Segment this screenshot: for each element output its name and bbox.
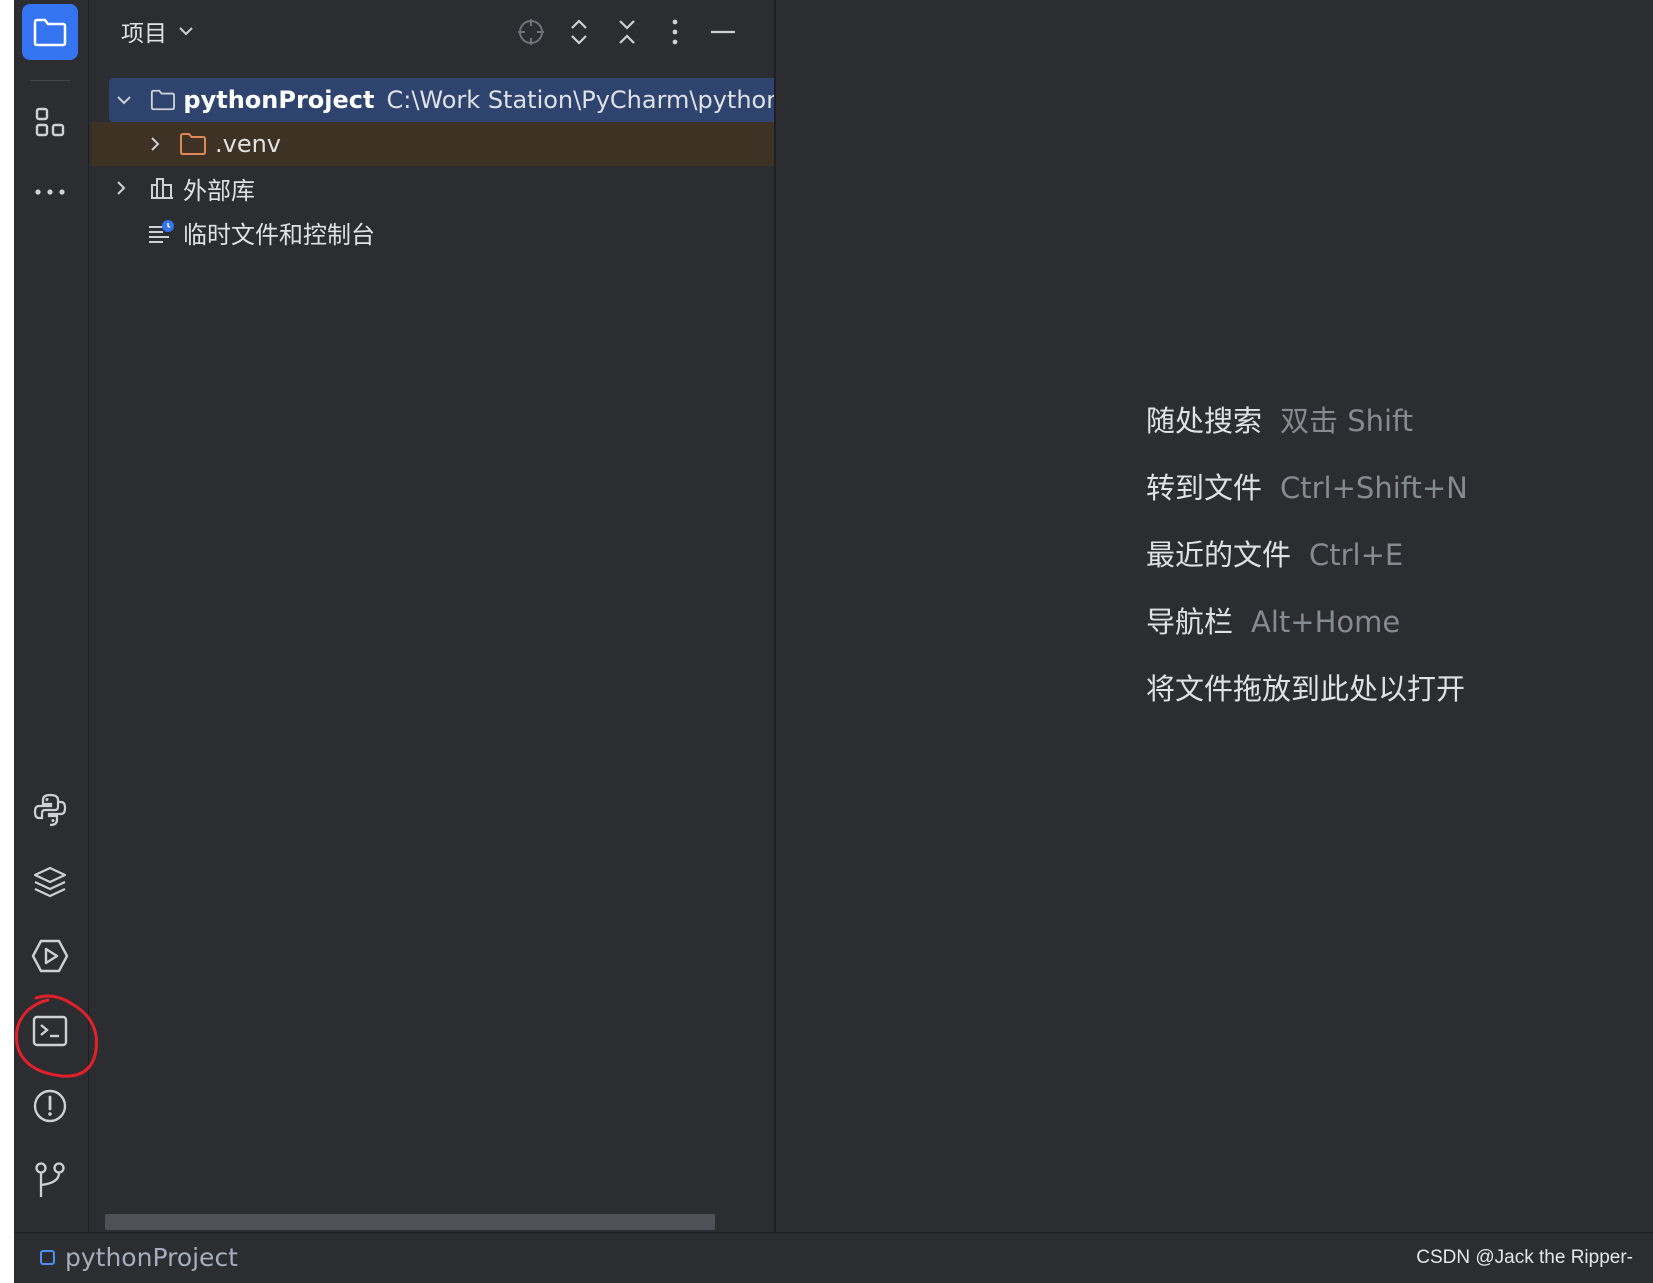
watermark: CSDN @Jack the Ripper- bbox=[1416, 1247, 1633, 1268]
problems-button[interactable] bbox=[22, 1078, 78, 1134]
services-button[interactable] bbox=[22, 928, 78, 984]
more-vertical-icon bbox=[672, 19, 678, 45]
tree-row-external-libs[interactable]: 外部库 bbox=[91, 166, 774, 210]
project-name: pythonProject bbox=[183, 86, 375, 114]
terminal-icon bbox=[32, 1015, 68, 1047]
panel-title-dropdown[interactable]: 项目 bbox=[121, 14, 195, 48]
git-button[interactable] bbox=[22, 1152, 78, 1208]
warning-circle-icon bbox=[33, 1089, 67, 1123]
tree-row-venv[interactable]: .venv bbox=[91, 122, 774, 166]
hint-navigation-bar: 导航栏 Alt+Home bbox=[1146, 605, 1401, 639]
folder-icon bbox=[150, 89, 175, 111]
module-icon bbox=[40, 1250, 55, 1265]
terminal-button[interactable] bbox=[22, 1003, 78, 1059]
run-hexagon-icon bbox=[31, 939, 69, 973]
strip-separator bbox=[30, 80, 70, 81]
tree-row-scratches[interactable]: 临时文件和控制台 bbox=[91, 210, 774, 254]
locate-button[interactable] bbox=[513, 14, 549, 50]
chevron-right-icon[interactable] bbox=[111, 178, 131, 198]
venv-label: .venv bbox=[215, 130, 282, 158]
scratches-icon bbox=[149, 220, 174, 243]
layers-icon bbox=[33, 866, 67, 898]
python-icon bbox=[33, 793, 67, 827]
ide-window: 项目 pythonProject C:\Work Station\PyCharm… bbox=[14, 0, 1653, 1283]
panel-title: 项目 bbox=[121, 21, 167, 47]
hint-drop-files: 将文件拖放到此处以打开 bbox=[1146, 672, 1466, 706]
git-branch-icon bbox=[35, 1162, 65, 1197]
folder-icon bbox=[180, 133, 206, 155]
options-button[interactable] bbox=[657, 14, 693, 50]
chevron-right-icon[interactable] bbox=[145, 134, 165, 154]
library-icon bbox=[151, 178, 173, 199]
horizontal-scrollbar[interactable] bbox=[105, 1214, 715, 1230]
tree-row-root[interactable]: pythonProject C:\Work Station\PyCharm\py… bbox=[109, 78, 774, 122]
project-tool-button[interactable] bbox=[22, 4, 78, 60]
hint-search-everywhere: 随处搜索 双击 Shift bbox=[1146, 404, 1414, 438]
python-console-button[interactable] bbox=[22, 782, 78, 838]
hint-goto-file: 转到文件 Ctrl+Shift+N bbox=[1146, 471, 1468, 505]
panel-header: 项目 bbox=[91, 0, 774, 64]
collapse-all-button[interactable] bbox=[609, 14, 645, 50]
locate-icon bbox=[518, 19, 544, 45]
scratches-label: 临时文件和控制台 bbox=[183, 220, 375, 249]
status-bar: pythonProject CSDN @Jack the Ripper- bbox=[14, 1232, 1653, 1283]
chevron-down-icon[interactable] bbox=[115, 90, 134, 110]
status-project-name: pythonProject bbox=[65, 1243, 238, 1272]
chevron-down-icon bbox=[179, 27, 193, 36]
hide-panel-button[interactable] bbox=[705, 14, 741, 50]
more-horizontal-icon bbox=[35, 189, 65, 195]
folder-icon bbox=[33, 18, 67, 47]
project-panel: 项目 pythonProject C:\Work Station\PyCharm… bbox=[91, 0, 774, 1232]
status-project-breadcrumb[interactable]: pythonProject bbox=[40, 1243, 238, 1272]
editor-empty-area: 随处搜索 双击 Shift 转到文件 Ctrl+Shift+N 最近的文件 Ctrl+… bbox=[776, 0, 1653, 1232]
hint-recent-files: 最近的文件 Ctrl+E bbox=[1146, 538, 1404, 572]
more-tools-button[interactable] bbox=[22, 164, 78, 220]
external-libs-label: 外部库 bbox=[183, 176, 255, 205]
expand-all-button[interactable] bbox=[561, 14, 597, 50]
collapse-all-icon bbox=[619, 20, 635, 44]
minimize-icon bbox=[711, 30, 735, 34]
python-packages-button[interactable] bbox=[22, 854, 78, 910]
tool-window-strip bbox=[14, 0, 89, 1232]
structure-tool-button[interactable] bbox=[22, 94, 78, 150]
project-path: C:\Work Station\PyCharm\pythonPr bbox=[386, 86, 774, 114]
structure-icon bbox=[35, 107, 65, 137]
expand-all-icon bbox=[571, 19, 587, 45]
